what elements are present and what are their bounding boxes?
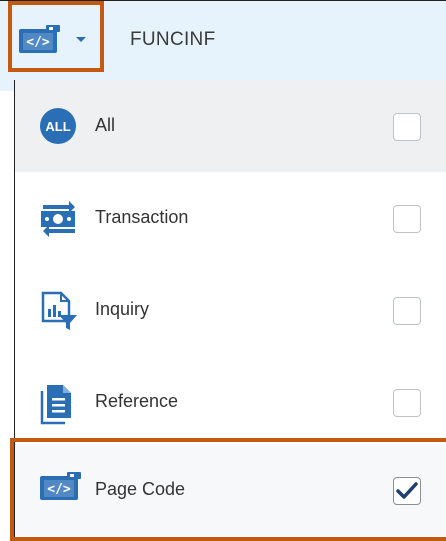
svg-text:</>: </> (47, 482, 71, 497)
filter-checkbox-all[interactable] (393, 113, 421, 141)
filter-item-transaction[interactable]: Transaction (15, 172, 446, 264)
filter-item-page-code[interactable]: </> Page Code (15, 444, 446, 536)
filter-dropdown-panel: </> FUNCINF ALL All Transaction Inquiry … (0, 0, 446, 541)
all-badge-icon: ALL (39, 107, 77, 150)
filter-item-reference[interactable]: Reference (15, 356, 446, 448)
filter-label: All (95, 115, 116, 135)
page-code-icon: </> (18, 25, 62, 60)
filter-checkbox-reference[interactable] (393, 389, 421, 417)
svg-text:</>: </> (26, 35, 50, 50)
filter-label: Transaction (95, 207, 189, 227)
page-title: FUNCINF (130, 29, 216, 50)
transaction-icon (39, 199, 79, 244)
panel-header: </> FUNCINF (0, 0, 446, 91)
filter-list: ALL All Transaction Inquiry Reference </… (14, 80, 446, 541)
filter-checkbox-transaction[interactable] (393, 205, 421, 233)
inquiry-report-icon (39, 291, 79, 336)
function-type-filter-panel: </> FUNCINF ALL All Transaction Inquiry … (0, 0, 446, 541)
filter-item-inquiry[interactable]: Inquiry (15, 264, 446, 356)
filter-label: Inquiry (95, 299, 150, 319)
caret-down-icon (76, 37, 86, 42)
filter-checkbox-inquiry[interactable] (393, 297, 421, 325)
filter-item-all[interactable]: ALL All (15, 80, 446, 172)
page-type-dropdown-button[interactable]: </> (8, 1, 104, 72)
page-code-icon: </> (39, 471, 83, 508)
filter-label: Reference (95, 391, 179, 411)
filter-checkbox-page-code[interactable] (393, 477, 421, 505)
svg-text:ALL: ALL (45, 119, 70, 134)
filter-label: Page Code (95, 479, 186, 499)
checkmark-icon (396, 482, 418, 499)
reference-document-icon (39, 383, 79, 430)
